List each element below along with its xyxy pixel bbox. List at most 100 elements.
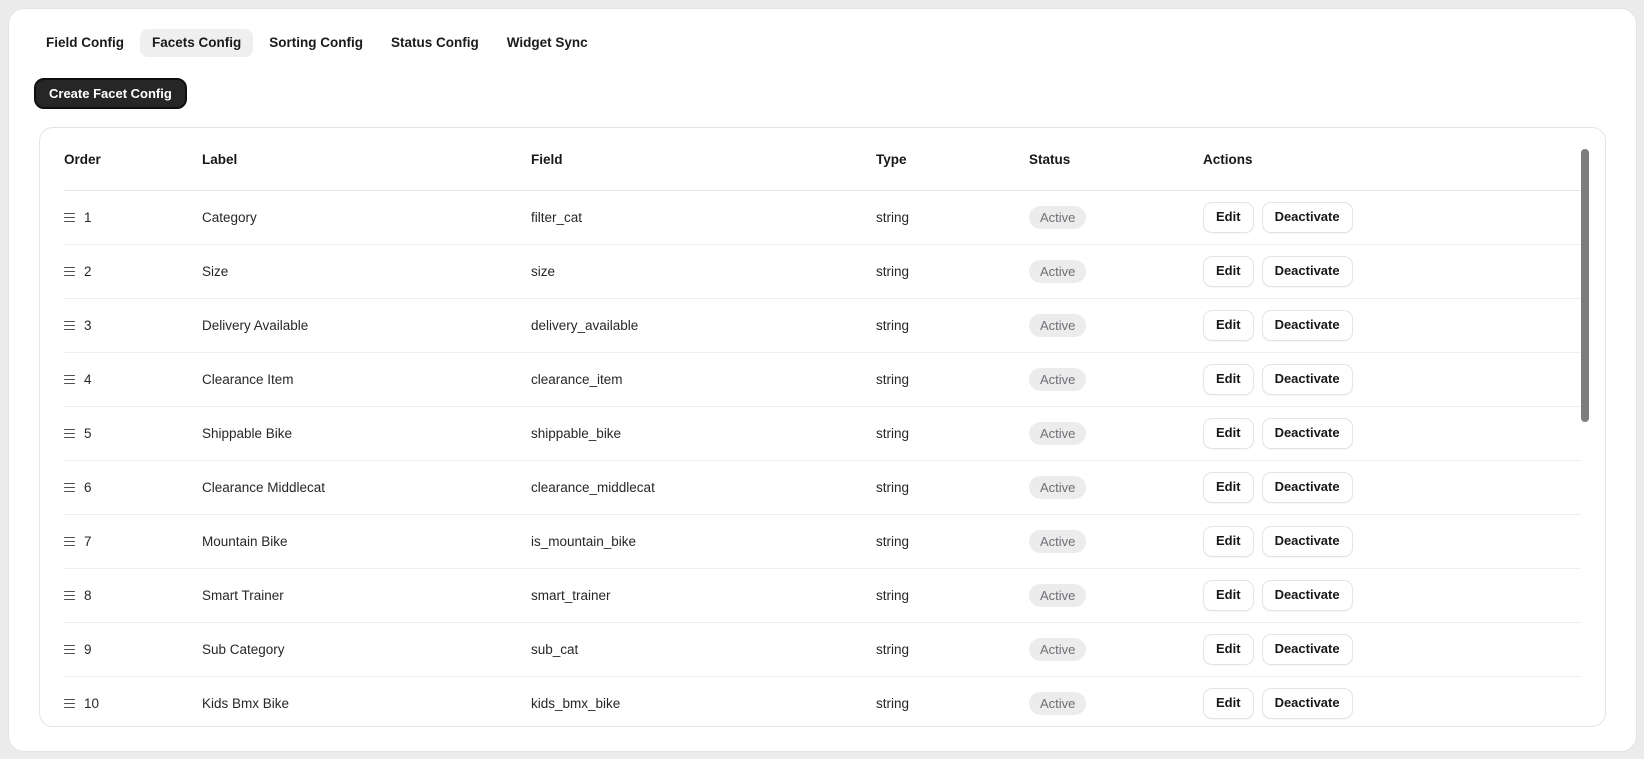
table-scrollbar-thumb[interactable] (1581, 149, 1589, 423)
facet-config-table-card: Order Label Field Type Status Actions 1 … (39, 127, 1606, 728)
edit-button[interactable]: Edit (1203, 526, 1254, 557)
drag-handle-icon[interactable] (64, 372, 75, 388)
deactivate-button[interactable]: Deactivate (1261, 472, 1353, 503)
status-badge: Active (1029, 367, 1087, 392)
deactivate-button[interactable]: Deactivate (1261, 418, 1353, 449)
row-type-value: string (876, 264, 910, 280)
edit-button[interactable]: Edit (1203, 580, 1254, 611)
row-label-value: Category (202, 210, 257, 226)
status-badge: Active (1029, 421, 1087, 446)
deactivate-button[interactable]: Deactivate (1261, 688, 1353, 719)
status-badge: Active (1029, 205, 1087, 230)
drag-handle-icon[interactable] (64, 318, 75, 334)
row-type-value: string (876, 318, 910, 334)
edit-button[interactable]: Edit (1203, 310, 1254, 341)
table-row: 9 Sub Category sub_cat string Active Edi… (64, 623, 1581, 678)
row-field-value: kids_bmx_bike (531, 696, 621, 712)
order-cell: 5 (64, 426, 202, 442)
drag-handle-icon[interactable] (64, 480, 75, 496)
tab-field-config[interactable]: Field Config (34, 29, 136, 57)
column-header-status: Status (1029, 151, 1071, 167)
edit-button[interactable]: Edit (1203, 472, 1254, 503)
status-cell: Active (1029, 259, 1203, 284)
deactivate-button[interactable]: Deactivate (1261, 364, 1353, 395)
drag-handle-icon[interactable] (64, 264, 75, 280)
row-field-value: size (531, 264, 556, 280)
drag-handle-icon[interactable] (64, 696, 75, 712)
deactivate-button[interactable]: Deactivate (1261, 580, 1353, 611)
status-cell: Active (1029, 313, 1203, 338)
tab-facets-config[interactable]: Facets Config (140, 29, 254, 57)
row-type-value: string (876, 534, 910, 550)
config-tabbar: Field Config Facets Config Sorting Confi… (34, 29, 1636, 57)
edit-button[interactable]: Edit (1203, 418, 1254, 449)
actions-cell: Edit Deactivate (1203, 580, 1581, 611)
order-cell: 10 (64, 696, 202, 712)
order-cell: 3 (64, 318, 202, 334)
edit-button[interactable]: Edit (1203, 256, 1254, 287)
status-badge: Active (1029, 583, 1087, 608)
facet-config-table: Order Label Field Type Status Actions 1 … (40, 128, 1605, 726)
edit-button[interactable]: Edit (1203, 364, 1254, 395)
row-label-value: Kids Bmx Bike (202, 696, 290, 712)
order-cell: 4 (64, 372, 202, 388)
actions-cell: Edit Deactivate (1203, 310, 1581, 341)
status-cell: Active (1029, 691, 1203, 716)
table-row: 6 Clearance Middlecat clearance_middleca… (64, 461, 1581, 516)
row-field-value: smart_trainer (531, 588, 611, 604)
drag-handle-icon[interactable] (64, 426, 75, 442)
tab-label: Facets Config (152, 35, 242, 50)
row-label-value: Delivery Available (202, 318, 309, 334)
status-badge: Active (1029, 475, 1087, 500)
drag-handle-icon[interactable] (64, 534, 75, 550)
tab-sorting-config[interactable]: Sorting Config (257, 29, 375, 57)
status-cell: Active (1029, 475, 1203, 500)
actions-cell: Edit Deactivate (1203, 472, 1581, 503)
table-header-row: Order Label Field Type Status Actions (64, 128, 1581, 192)
column-header-label: Label (202, 151, 238, 167)
deactivate-button[interactable]: Deactivate (1261, 202, 1353, 233)
edit-button[interactable]: Edit (1203, 688, 1254, 719)
table-row: 10 Kids Bmx Bike kids_bmx_bike string Ac… (64, 677, 1581, 726)
table-row: 1 Category filter_cat string Active Edit… (64, 191, 1581, 246)
row-field-value: is_mountain_bike (531, 534, 637, 550)
row-label-value: Size (202, 264, 229, 280)
row-order-value: 5 (84, 426, 92, 442)
order-cell: 9 (64, 642, 202, 658)
table-row: 7 Mountain Bike is_mountain_bike string … (64, 515, 1581, 570)
actions-cell: Edit Deactivate (1203, 256, 1581, 287)
edit-button[interactable]: Edit (1203, 202, 1254, 233)
actions-cell: Edit Deactivate (1203, 364, 1581, 395)
create-facet-config-button[interactable]: Create Facet Config (34, 77, 187, 110)
row-field-value: clearance_middlecat (531, 480, 655, 496)
status-cell: Active (1029, 205, 1203, 230)
tab-widget-sync[interactable]: Widget Sync (495, 29, 600, 57)
row-label-value: Shippable Bike (202, 426, 293, 442)
deactivate-button[interactable]: Deactivate (1261, 256, 1353, 287)
edit-button[interactable]: Edit (1203, 634, 1254, 665)
actions-cell: Edit Deactivate (1203, 202, 1581, 233)
status-cell: Active (1029, 583, 1203, 608)
drag-handle-icon[interactable] (64, 588, 75, 604)
table-row: 2 Size size string Active Edit Deactivat… (64, 245, 1581, 300)
tab-label: Sorting Config (269, 35, 363, 50)
row-field-value: delivery_available (531, 318, 639, 334)
tab-status-config[interactable]: Status Config (379, 29, 491, 57)
drag-handle-icon[interactable] (64, 642, 75, 658)
table-body: 1 Category filter_cat string Active Edit… (64, 191, 1581, 726)
row-type-value: string (876, 426, 910, 442)
row-type-value: string (876, 642, 910, 658)
drag-handle-icon[interactable] (64, 210, 75, 226)
deactivate-button[interactable]: Deactivate (1261, 310, 1353, 341)
status-badge: Active (1029, 259, 1087, 284)
row-field-value: sub_cat (531, 642, 579, 658)
order-cell: 6 (64, 480, 202, 496)
order-cell: 1 (64, 210, 202, 226)
row-field-value: filter_cat (531, 210, 583, 226)
row-label-value: Clearance Item (202, 372, 294, 388)
config-panel: Field Config Facets Config Sorting Confi… (8, 8, 1637, 752)
deactivate-button[interactable]: Deactivate (1261, 634, 1353, 665)
column-header-order: Order (64, 151, 101, 167)
row-label-value: Mountain Bike (202, 534, 288, 550)
deactivate-button[interactable]: Deactivate (1261, 526, 1353, 557)
